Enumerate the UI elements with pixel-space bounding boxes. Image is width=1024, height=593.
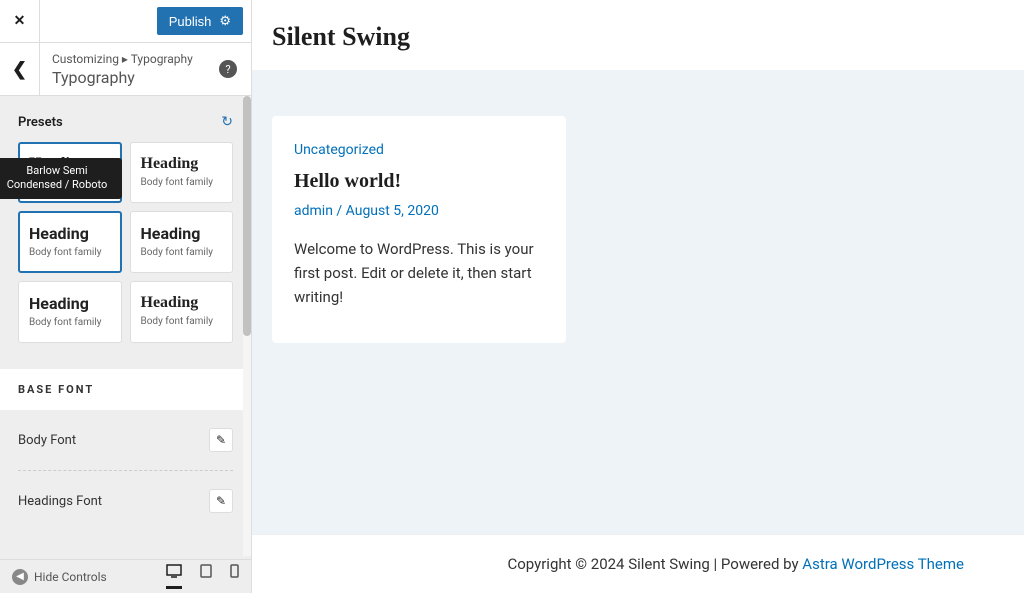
preset-card-2[interactable]: Heading Body font family xyxy=(130,142,234,203)
tooltip-line1: Barlow Semi xyxy=(2,164,112,178)
preset-heading: Heading xyxy=(29,224,111,243)
breadcrumb-title: Typography xyxy=(52,68,219,87)
mobile-icon[interactable] xyxy=(230,564,239,589)
hide-controls-button[interactable]: ◀ Hide Controls xyxy=(12,569,152,585)
base-font-title: BASE FONT xyxy=(18,383,233,396)
publish-button[interactable]: Publish ⚙ xyxy=(157,7,243,35)
site-footer: Copyright © 2024 Silent Swing | Powered … xyxy=(252,534,1024,593)
preset-card-3[interactable]: Heading Body font family xyxy=(18,211,122,273)
back-button[interactable]: ❮ xyxy=(0,42,40,96)
desktop-icon[interactable] xyxy=(166,564,182,589)
tooltip-line2: Condensed / Roboto xyxy=(2,178,112,192)
pencil-icon: ✎ xyxy=(216,494,226,508)
preset-heading: Heading xyxy=(141,155,223,173)
help-icon[interactable]: ? xyxy=(219,60,237,78)
post-category-link[interactable]: Uncategorized xyxy=(294,142,544,158)
sidebar-header: ✕ Publish ⚙ xyxy=(0,0,251,42)
post-meta-sep: / xyxy=(333,203,346,219)
preset-body: Body font family xyxy=(29,247,111,258)
close-button[interactable]: ✕ xyxy=(0,0,40,42)
site-title[interactable]: Silent Swing xyxy=(272,22,1004,52)
theme-link[interactable]: Astra WordPress Theme xyxy=(802,555,964,573)
preset-heading: Heading xyxy=(29,294,111,313)
sidebar-scroll: Presets ↻ Heading Heading Body font fami… xyxy=(0,96,251,559)
chevron-left-icon: ❮ xyxy=(12,59,27,80)
gear-icon: ⚙ xyxy=(219,13,231,29)
post-meta: admin / August 5, 2020 xyxy=(294,203,544,219)
post-author-link[interactable]: admin xyxy=(294,203,333,219)
pencil-icon: ✎ xyxy=(216,433,226,447)
chevron-left-icon: ◀ xyxy=(12,569,28,585)
close-icon: ✕ xyxy=(14,13,26,29)
breadcrumb-path: Customizing ▸ Typography xyxy=(52,52,219,66)
preset-body: Body font family xyxy=(141,247,223,258)
preset-tooltip: Barlow Semi Condensed / Roboto xyxy=(0,158,122,199)
body-font-edit-button[interactable]: ✎ xyxy=(209,428,233,452)
preset-body: Body font family xyxy=(29,317,111,328)
reset-icon[interactable]: ↻ xyxy=(221,114,233,130)
tablet-icon[interactable] xyxy=(200,564,212,589)
preset-body: Body font family xyxy=(141,316,223,327)
scrollbar-track xyxy=(243,96,251,556)
headings-font-row: Headings Font ✎ xyxy=(18,471,233,531)
preset-card-5[interactable]: Heading Body font family xyxy=(18,281,122,343)
body-font-row: Body Font ✎ xyxy=(18,410,233,471)
post-excerpt: Welcome to WordPress. This is your first… xyxy=(294,237,544,309)
presets-title: Presets xyxy=(18,115,63,130)
customizer-sidebar: ✕ Publish ⚙ ❮ Customizing ▸ Typography T… xyxy=(0,0,252,593)
base-font-section-header: BASE FONT xyxy=(0,369,251,410)
copyright-text: Copyright © 2024 Silent Swing | Powered … xyxy=(507,555,802,573)
post-date-link[interactable]: August 5, 2020 xyxy=(346,203,439,219)
headings-font-label: Headings Font xyxy=(18,494,102,509)
hide-controls-label: Hide Controls xyxy=(34,570,107,584)
preset-card-6[interactable]: Heading Body font family xyxy=(130,281,234,343)
breadcrumb-row: ❮ Customizing ▸ Typography Typography ? xyxy=(0,42,251,96)
body-font-label: Body Font xyxy=(18,433,76,448)
post-card: Uncategorized Hello world! admin / Augus… xyxy=(272,116,566,343)
headings-font-edit-button[interactable]: ✎ xyxy=(209,489,233,513)
preset-heading: Heading xyxy=(141,224,223,243)
scrollbar-thumb[interactable] xyxy=(243,96,251,336)
sidebar-footer: ◀ Hide Controls xyxy=(0,559,251,593)
preset-body: Body font family xyxy=(141,177,223,188)
post-title-link[interactable]: Hello world! xyxy=(294,170,544,193)
preview-pane: Silent Swing Uncategorized Hello world! … xyxy=(252,0,1024,593)
preset-heading: Heading xyxy=(141,294,223,312)
preset-card-4[interactable]: Heading Body font family xyxy=(130,211,234,273)
publish-label: Publish xyxy=(169,14,212,29)
